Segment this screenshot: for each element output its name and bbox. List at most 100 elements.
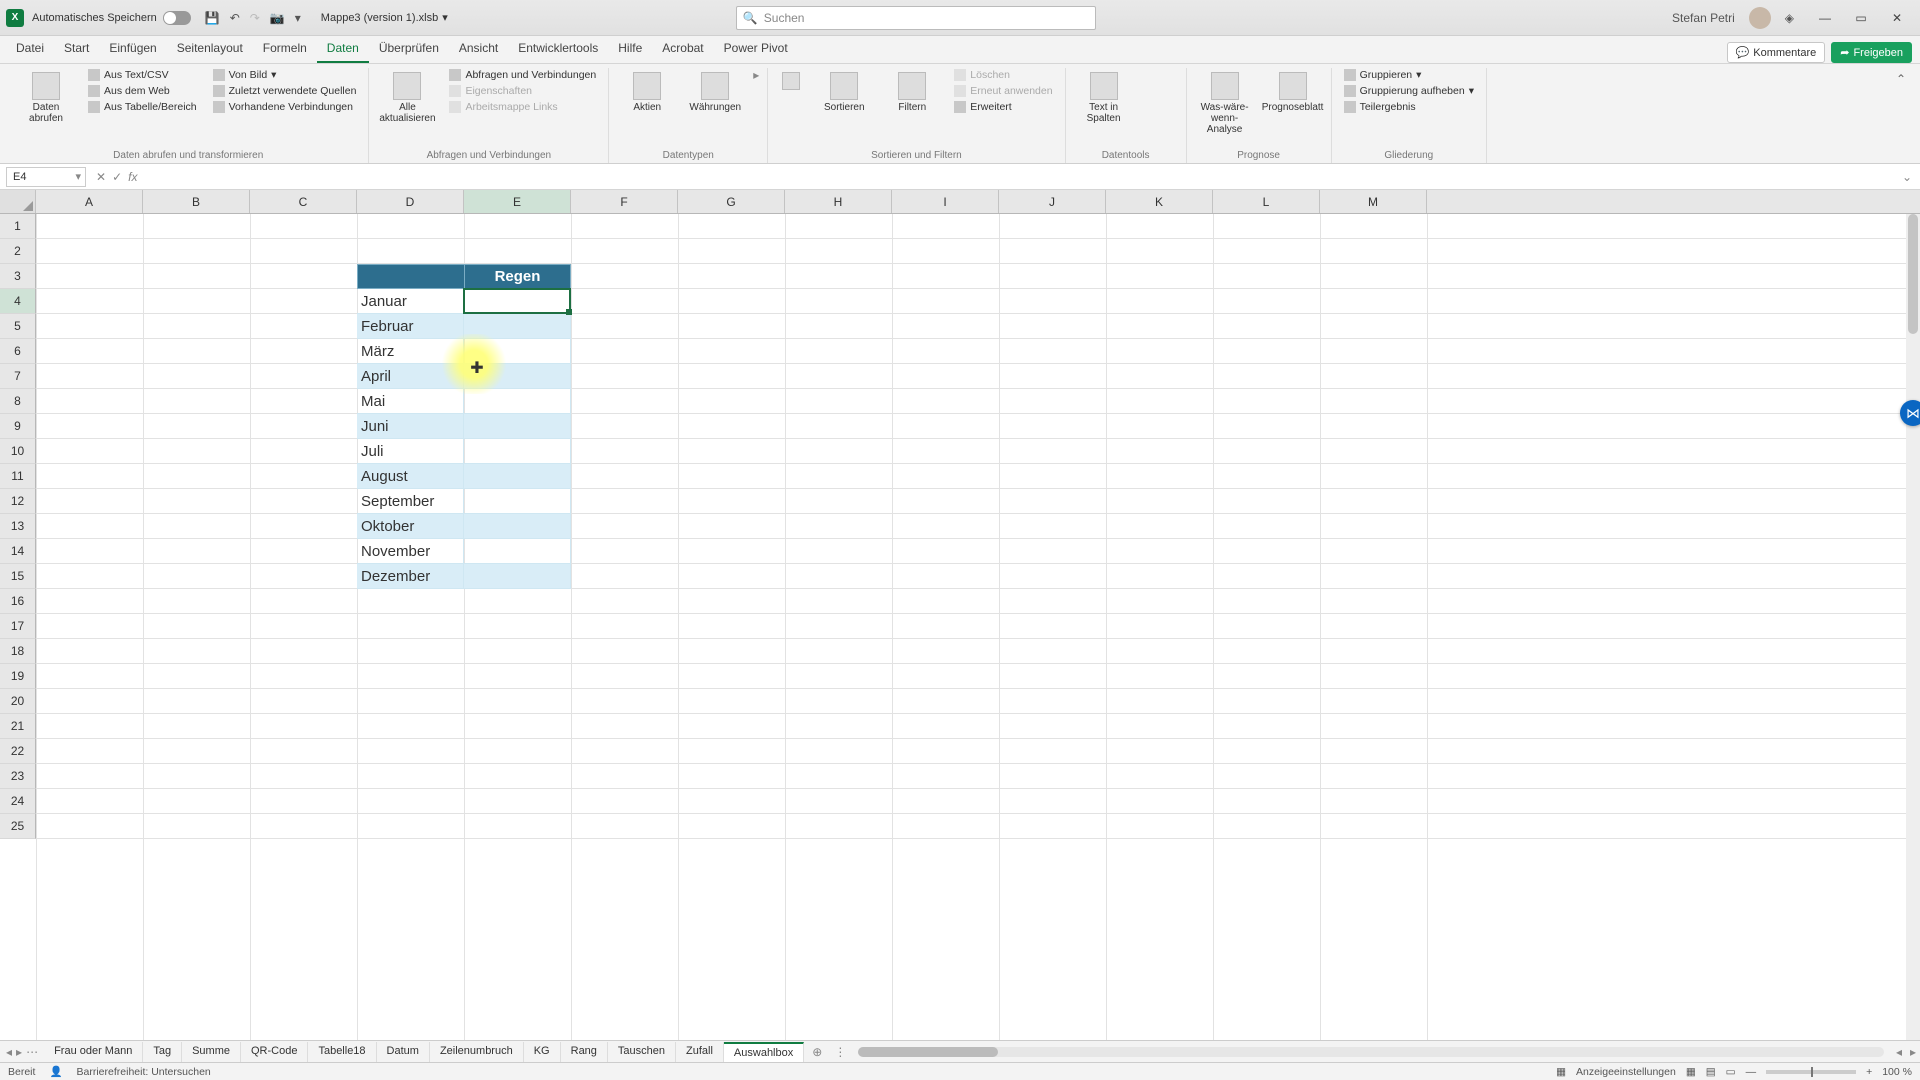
table-cell[interactable]: [464, 439, 571, 464]
view-layout-icon[interactable]: ▤: [1706, 1066, 1716, 1078]
row-header[interactable]: 3: [0, 264, 36, 289]
sheet-tab[interactable]: Tag: [143, 1042, 182, 1062]
menu-tab-hilfe[interactable]: Hilfe: [608, 36, 652, 63]
column-header-F[interactable]: F: [571, 190, 678, 213]
row-header[interactable]: 11: [0, 464, 36, 489]
horizontal-scrollbar[interactable]: [858, 1047, 1884, 1057]
remove-dup-icon[interactable]: [1162, 68, 1178, 84]
menu-tab-power pivot[interactable]: Power Pivot: [714, 36, 798, 63]
table-cell[interactable]: Dezember: [357, 564, 464, 589]
share-button[interactable]: ➦ Freigeben: [1831, 42, 1912, 63]
sheet-tab[interactable]: Zufall: [676, 1042, 724, 1062]
table-cell[interactable]: [464, 314, 571, 339]
table-cell[interactable]: [357, 264, 464, 289]
menu-tab-start[interactable]: Start: [54, 36, 99, 63]
table-cell[interactable]: [464, 514, 571, 539]
column-header-H[interactable]: H: [785, 190, 892, 213]
table-cell[interactable]: April: [357, 364, 464, 389]
from-text-csv-button[interactable]: Aus Text/CSV: [84, 68, 201, 82]
table-cell[interactable]: [464, 339, 571, 364]
row-header[interactable]: 5: [0, 314, 36, 339]
table-cell[interactable]: [464, 564, 571, 589]
undo-icon[interactable]: ↶: [230, 11, 240, 25]
table-cell[interactable]: Juli: [357, 439, 464, 464]
menu-tab-einfügen[interactable]: Einfügen: [99, 36, 166, 63]
filter-button[interactable]: Filtern: [882, 68, 942, 113]
zoom-level[interactable]: 100 %: [1882, 1066, 1912, 1078]
add-sheet-button[interactable]: ⊕: [804, 1045, 830, 1059]
column-header-G[interactable]: G: [678, 190, 785, 213]
column-header-B[interactable]: B: [143, 190, 250, 213]
scroll-thumb[interactable]: [858, 1047, 998, 1057]
table-cell[interactable]: Februar: [357, 314, 464, 339]
search-input[interactable]: 🔍 Suchen: [736, 6, 1096, 30]
qat-dropdown-icon[interactable]: ▾: [295, 11, 301, 25]
column-header-J[interactable]: J: [999, 190, 1106, 213]
diamond-icon[interactable]: ◈: [1785, 11, 1794, 25]
autosave-toggle[interactable]: Automatisches Speichern: [32, 11, 197, 25]
avatar[interactable]: [1749, 7, 1771, 29]
comments-button[interactable]: 💬 Kommentare: [1727, 42, 1826, 63]
row-header[interactable]: 24: [0, 789, 36, 814]
recent-sources-button[interactable]: Zuletzt verwendete Quellen: [209, 84, 361, 98]
row-header[interactable]: 15: [0, 564, 36, 589]
sheet-tab[interactable]: Datum: [377, 1042, 430, 1062]
consolidate-icon[interactable]: [1162, 88, 1178, 104]
selected-cell[interactable]: [463, 288, 571, 314]
row-header[interactable]: 16: [0, 589, 36, 614]
redo-icon[interactable]: ↷: [250, 11, 260, 25]
get-data-button[interactable]: Daten abrufen: [16, 68, 76, 124]
spreadsheet-grid[interactable]: ABCDEFGHIJKLM RegenJanuarFebruarMärzApri…: [0, 190, 1920, 1040]
flash-fill-icon[interactable]: [1142, 68, 1158, 84]
scroll-left-icon[interactable]: ◂: [1892, 1045, 1906, 1059]
column-header-L[interactable]: L: [1213, 190, 1320, 213]
text-to-columns-button[interactable]: Text in Spalten: [1074, 68, 1134, 124]
table-cell[interactable]: September: [357, 489, 464, 514]
row-header[interactable]: 9: [0, 414, 36, 439]
subtotal-button[interactable]: Teilergebnis: [1340, 100, 1478, 114]
stocks-button[interactable]: Aktien: [617, 68, 677, 113]
table-cell[interactable]: Juni: [357, 414, 464, 439]
ungroup-button[interactable]: Gruppierung aufheben ▾: [1340, 84, 1478, 98]
table-cell[interactable]: Mai: [357, 389, 464, 414]
menu-tab-überprüfen[interactable]: Überprüfen: [369, 36, 449, 63]
refresh-all-button[interactable]: Alle aktualisieren: [377, 68, 437, 124]
advanced-filter-button[interactable]: Erweitert: [950, 100, 1056, 114]
sheet-tab[interactable]: Auswahlbox: [724, 1042, 804, 1062]
close-button[interactable]: ✕: [1880, 6, 1914, 30]
scroll-right-icon[interactable]: ▸: [1906, 1045, 1920, 1059]
table-cell[interactable]: Regen: [464, 264, 571, 289]
sheet-tab[interactable]: Rang: [561, 1042, 608, 1062]
relations-icon[interactable]: [1142, 108, 1158, 124]
table-cell[interactable]: [464, 539, 571, 564]
datatypes-more-icon[interactable]: ▸: [753, 68, 759, 82]
collapse-ribbon-icon[interactable]: ⌃: [1890, 68, 1912, 90]
row-header[interactable]: 4: [0, 289, 36, 314]
zoom-out-icon[interactable]: —: [1746, 1066, 1757, 1078]
column-header-K[interactable]: K: [1106, 190, 1213, 213]
column-header-D[interactable]: D: [357, 190, 464, 213]
from-image-button[interactable]: Von Bild ▾: [209, 68, 361, 82]
from-table-button[interactable]: Aus Tabelle/Bereich: [84, 100, 201, 114]
vertical-scrollbar[interactable]: [1906, 214, 1920, 1040]
column-header-E[interactable]: E: [464, 190, 571, 213]
camera-icon[interactable]: 📷: [270, 11, 285, 25]
row-header[interactable]: 23: [0, 764, 36, 789]
sheet-tab[interactable]: KG: [524, 1042, 561, 1062]
group-button[interactable]: Gruppieren ▾: [1340, 68, 1478, 82]
menu-tab-acrobat[interactable]: Acrobat: [652, 36, 713, 63]
table-cell[interactable]: Oktober: [357, 514, 464, 539]
column-header-C[interactable]: C: [250, 190, 357, 213]
row-header[interactable]: 12: [0, 489, 36, 514]
manage-icon[interactable]: [1162, 108, 1178, 124]
toggle-icon[interactable]: [163, 11, 191, 25]
from-web-button[interactable]: Aus dem Web: [84, 84, 201, 98]
chevron-down-icon[interactable]: ▾: [75, 170, 85, 183]
table-cell[interactable]: März: [357, 339, 464, 364]
menu-tab-ansicht[interactable]: Ansicht: [449, 36, 508, 63]
table-cell[interactable]: [464, 489, 571, 514]
collaboration-badge-icon[interactable]: ⋈: [1900, 400, 1920, 426]
sheet-next-icon[interactable]: ▸: [16, 1045, 22, 1059]
table-cell[interactable]: Januar: [357, 289, 464, 314]
table-cell[interactable]: [464, 464, 571, 489]
